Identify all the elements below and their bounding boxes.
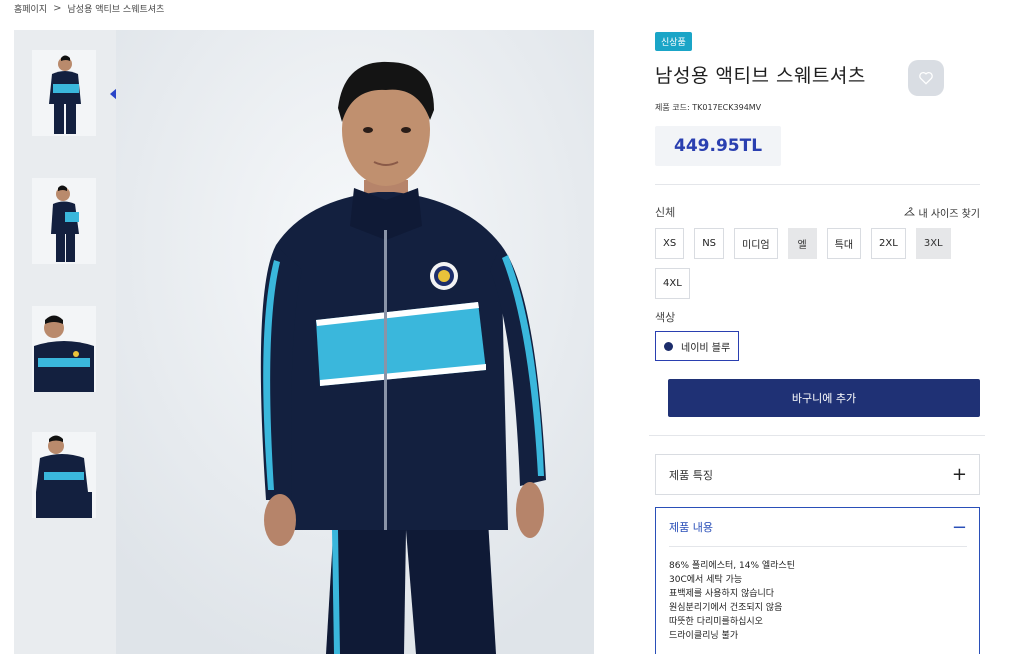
color-swatch: [664, 341, 673, 351]
size-option-2xl[interactable]: 2XL: [871, 228, 906, 259]
model-photo: [116, 30, 594, 654]
product-info-panel: 신상품 남성용 액티브 스웨트셔츠 제품 코드: TK017ECK394MV 4…: [649, 30, 985, 654]
content-line: 원심분리기에서 건조되지 않음: [669, 603, 783, 613]
color-option-navy[interactable]: 네이비 블루: [655, 331, 740, 361]
size-finder-link[interactable]: 내 사이즈 찾기: [904, 204, 980, 220]
accordion-features-title: 제품 특징: [669, 468, 713, 482]
color-option-label: 네이비 블루: [681, 342, 731, 354]
content-line: 드라이클리닝 불가: [669, 631, 739, 641]
plus-icon: +: [951, 464, 967, 485]
product-gallery: [14, 30, 594, 654]
size-option-xs[interactable]: XS: [655, 228, 685, 259]
accordion-product-content: 제품 내용 − 86% 폴리에스터, 14% 엘라스틴 30C에서 세탁 가능 …: [655, 507, 980, 654]
content-line: 표백제를 사용하지 않습니다: [669, 589, 775, 599]
accordion-content-header[interactable]: 제품 내용 −: [669, 508, 967, 547]
thumbnail-closeup[interactable]: [32, 306, 96, 392]
thumbnail-front[interactable]: [32, 50, 96, 136]
size-option-large[interactable]: 엘: [787, 228, 817, 259]
thumbnail-closeup-image: [32, 306, 96, 392]
size-options: XS NS 미디엄 엘 특대 2XL 3XL 4XL: [655, 228, 955, 299]
size-option-medium[interactable]: 미디엄: [734, 228, 778, 259]
thumbnail-seated[interactable]: [32, 432, 96, 518]
accordion-content-title: 제품 내용: [669, 521, 713, 534]
content-line: 따뜻한 다리미를하십시오: [669, 617, 763, 627]
thumbnail-strip: [14, 30, 120, 654]
product-price: 449.95TL: [674, 136, 763, 156]
accordion-product-features[interactable]: 제품 특징 +: [655, 454, 980, 495]
color-label: 색상: [655, 311, 676, 324]
divider: [655, 184, 980, 185]
content-line: 30C에서 세탁 가능: [669, 575, 743, 585]
favorite-button[interactable]: [908, 60, 944, 96]
minus-icon: −: [951, 516, 967, 538]
product-code: 제품 코드: TK017ECK394MV: [655, 103, 762, 112]
heart-icon: [919, 71, 933, 85]
size-finder-label: 내 사이즈 찾기: [918, 208, 980, 220]
size-label: 신체: [655, 206, 676, 219]
add-to-cart-button[interactable]: 바구니에 추가: [668, 379, 980, 417]
content-line: 86% 폴리에스터, 14% 엘라스틴: [669, 561, 795, 571]
thumbnail-side[interactable]: [32, 178, 96, 264]
size-option-xl[interactable]: 특대: [826, 228, 862, 259]
thumbnail-seated-image: [32, 432, 96, 518]
breadcrumb-home[interactable]: 홈페이지: [14, 2, 47, 15]
size-option-ns[interactable]: NS: [694, 228, 725, 259]
thumbnail-side-image: [32, 178, 96, 264]
size-option-3xl[interactable]: 3XL: [915, 228, 951, 259]
breadcrumb-separator: >: [53, 3, 62, 14]
accordion-content-body: 86% 폴리에스터, 14% 엘라스틴 30C에서 세탁 가능 표백제를 사용하…: [669, 547, 967, 643]
size-option-4xl[interactable]: 4XL: [655, 268, 690, 299]
breadcrumb: 홈페이지 > 남성용 액티브 스웨트셔츠: [14, 2, 164, 15]
new-product-badge: 신상품: [655, 32, 692, 51]
breadcrumb-current: 남성용 액티브 스웨트셔츠: [67, 5, 165, 15]
divider: [649, 435, 985, 436]
main-product-image[interactable]: [116, 30, 594, 654]
size-header: 신체 내 사이즈 찾기: [655, 204, 980, 220]
hanger-icon: [904, 207, 916, 216]
thumbnail-front-image: [32, 50, 96, 136]
price-box: 449.95TL: [655, 126, 782, 166]
